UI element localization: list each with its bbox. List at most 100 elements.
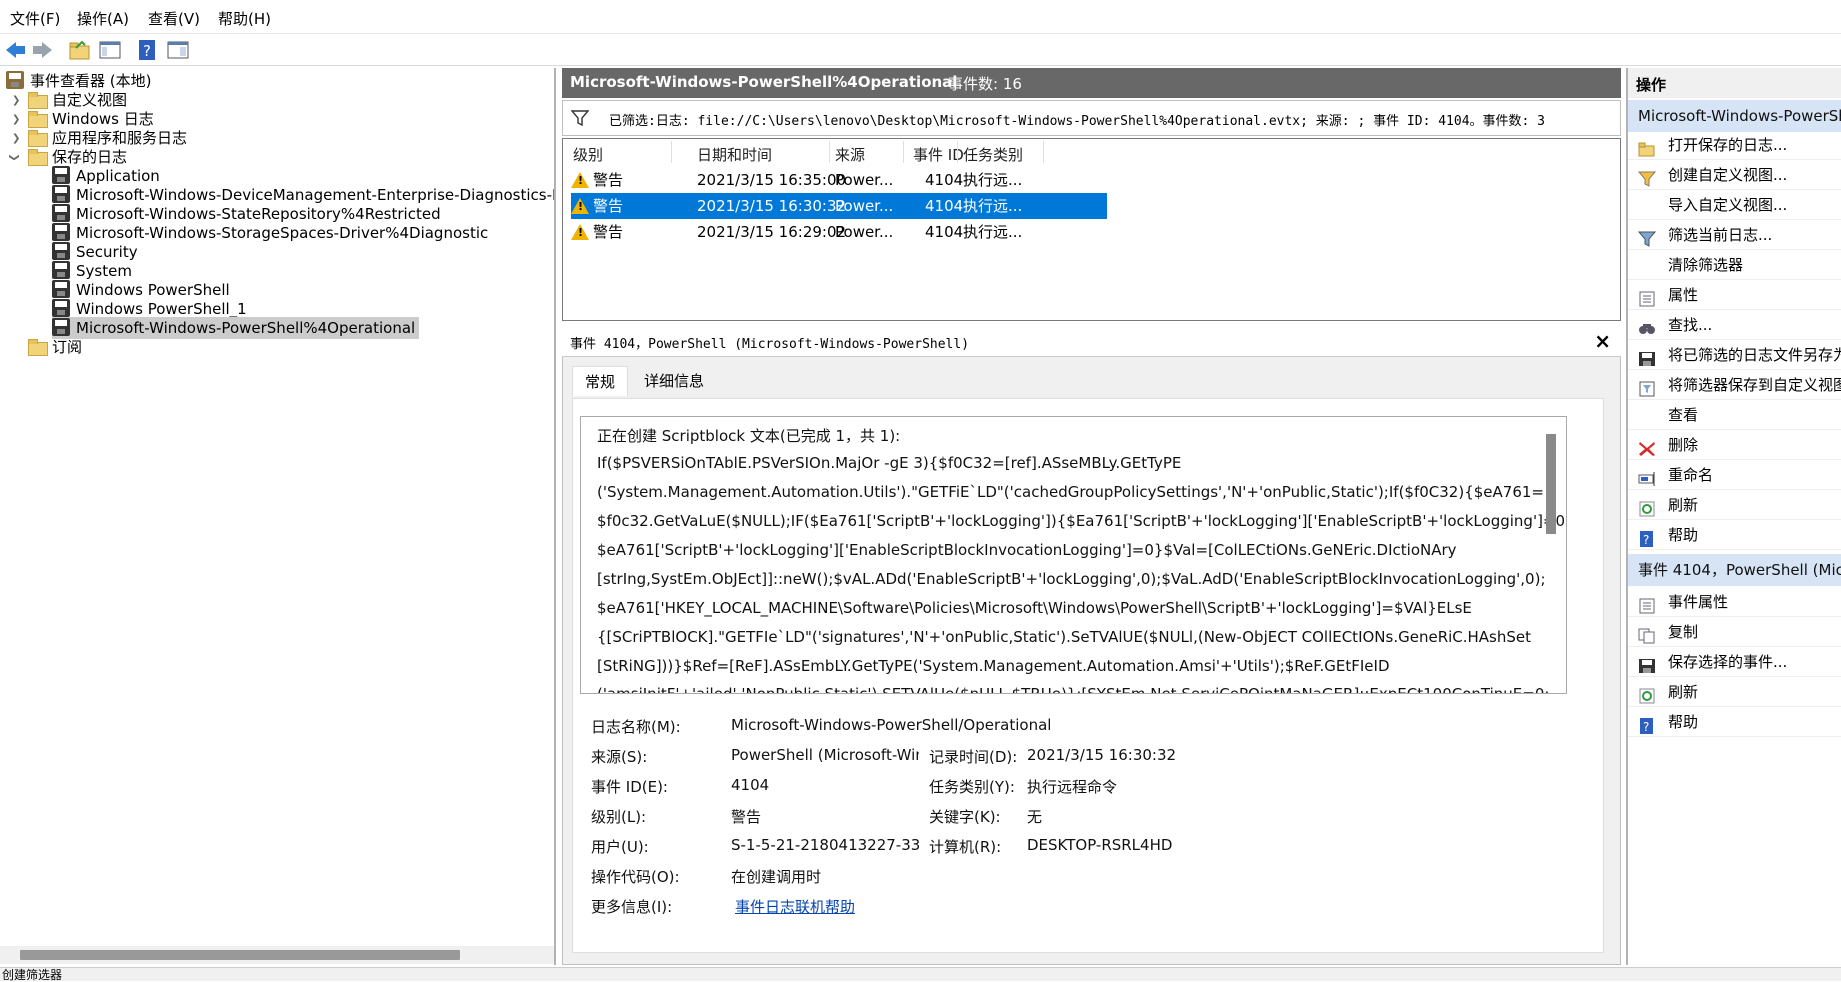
online-help-link[interactable]: 事件日志联机帮助 bbox=[735, 896, 855, 917]
help-icon[interactable]: ? bbox=[136, 38, 160, 62]
vertical-scrollbar-thumb[interactable] bbox=[1546, 434, 1556, 534]
column-divider[interactable] bbox=[957, 141, 958, 163]
chevron-down-icon[interactable]: ❯ bbox=[9, 153, 20, 161]
column-datetime[interactable]: 日期和时间 bbox=[697, 144, 772, 165]
row-source: Power... bbox=[835, 171, 894, 189]
chevron-right-icon[interactable]: ❯ bbox=[12, 114, 20, 125]
actions-section-log[interactable]: Microsoft-Windows-PowerShell%4Operationa… bbox=[1628, 100, 1841, 132]
level-value: 警告 bbox=[731, 808, 762, 826]
console-tree-icon[interactable] bbox=[98, 38, 122, 62]
event-id-label: 事件 ID(E): bbox=[591, 778, 668, 796]
action-save-selected-events[interactable]: 保存选择的事件... bbox=[1628, 647, 1841, 677]
column-divider[interactable] bbox=[671, 141, 672, 163]
folder-icon bbox=[28, 149, 48, 166]
menu-help[interactable]: 帮助(H) bbox=[218, 8, 271, 29]
table-row-selected[interactable]: ! 警告 2021/3/15 16:30:32 Power... 4104 执行… bbox=[571, 193, 1107, 219]
column-task[interactable]: 任务类别 bbox=[963, 144, 1023, 165]
table-row[interactable]: ! 警告 2021/3/15 16:29:02 Power... 4104 执行… bbox=[571, 219, 1107, 245]
source-value: PowerShell (Microsoft-Windows-PowerShell… bbox=[731, 746, 919, 764]
back-arrow-icon[interactable] bbox=[4, 38, 28, 62]
action-view[interactable]: 查看 bbox=[1628, 400, 1841, 430]
column-divider[interactable] bbox=[903, 141, 904, 163]
close-icon[interactable]: × bbox=[1594, 329, 1611, 353]
action-find[interactable]: 查找... bbox=[1628, 310, 1841, 340]
status-bar: 创建筛选器 bbox=[0, 967, 1841, 982]
action-import-custom-view[interactable]: 导入自定义视图... bbox=[1628, 190, 1841, 220]
actions-section-event[interactable]: 事件 4104，PowerShell (Microsoft-Windows-Po… bbox=[1628, 554, 1841, 586]
row-level: 警告 bbox=[593, 197, 624, 215]
computer-label: 计算机(R): bbox=[929, 838, 1002, 856]
opcode-value: 在创建调用时 bbox=[731, 868, 822, 886]
action-event-properties[interactable]: 事件属性 bbox=[1628, 587, 1841, 617]
action-filter-current-log[interactable]: 筛选当前日志... bbox=[1628, 220, 1841, 250]
action-label: 将已筛选的日志文件另存为... bbox=[1668, 346, 1841, 364]
row-datetime: 2021/3/15 16:30:32 bbox=[697, 197, 847, 215]
menu-action[interactable]: 操作(A) bbox=[77, 8, 129, 29]
action-rename[interactable]: 重命名 bbox=[1628, 460, 1841, 490]
forward-arrow-icon[interactable] bbox=[30, 38, 54, 62]
tree-subscriptions[interactable]: 订阅 bbox=[28, 336, 82, 358]
description-line: 正在创建 Scriptblock 文本(已完成 1，共 1): bbox=[597, 427, 901, 445]
svg-text:?: ? bbox=[143, 42, 151, 60]
action-label: 删除 bbox=[1668, 436, 1699, 454]
tree-saved-item-label: Security bbox=[76, 243, 138, 261]
user-value: S-1-5-21-2180413227-3381 bbox=[731, 836, 919, 854]
tree-saved-item-label: Windows PowerShell bbox=[76, 281, 230, 299]
row-source: Power... bbox=[835, 223, 894, 241]
action-save-filtered-log[interactable]: 将已筛选的日志文件另存为... bbox=[1628, 340, 1841, 370]
event-description-box[interactable]: 正在创建 Scriptblock 文本(已完成 1，共 1): If($PSVE… bbox=[580, 416, 1567, 694]
action-delete[interactable]: 删除 bbox=[1628, 430, 1841, 460]
action-help-event[interactable]: ? 帮助 bbox=[1628, 707, 1841, 737]
tree-saved-item-selected[interactable]: Microsoft-Windows-PowerShell%4Operationa… bbox=[52, 317, 420, 339]
event-detail-title: 事件 4104，PowerShell (Microsoft-Windows-Po… bbox=[570, 337, 970, 352]
keywords-label: 关键字(K): bbox=[929, 808, 1001, 826]
log-name-label: 日志名称(M): bbox=[591, 718, 681, 736]
properties-icon bbox=[1638, 287, 1656, 307]
keywords-value: 无 bbox=[1027, 808, 1043, 826]
properties-icon bbox=[1638, 594, 1656, 614]
table-row[interactable]: ! 警告 2021/3/15 16:35:00 Power... 4104 执行… bbox=[571, 167, 1107, 193]
action-properties[interactable]: 属性 bbox=[1628, 280, 1841, 310]
tab-general[interactable]: 常规 bbox=[572, 366, 629, 396]
action-clear-filter[interactable]: 清除筛选器 bbox=[1628, 250, 1841, 280]
log-header: Microsoft-Windows-PowerShell%4Operationa… bbox=[562, 68, 1621, 98]
source-label: 来源(S): bbox=[591, 748, 648, 766]
tree-saved-item-label: Microsoft-Windows-DeviceManagement-Enter… bbox=[76, 186, 556, 204]
column-source[interactable]: 来源 bbox=[835, 144, 865, 165]
action-pane-icon[interactable] bbox=[166, 38, 190, 62]
action-label: 筛选当前日志... bbox=[1668, 226, 1773, 244]
action-create-custom-view[interactable]: 创建自定义视图... bbox=[1628, 160, 1841, 190]
column-divider[interactable] bbox=[829, 141, 830, 163]
menu-view[interactable]: 查看(V) bbox=[148, 8, 200, 29]
tab-details[interactable]: 详细信息 bbox=[632, 366, 716, 396]
action-refresh-event[interactable]: 刷新 bbox=[1628, 677, 1841, 707]
action-label: 查找... bbox=[1668, 316, 1713, 334]
column-level[interactable]: 级别 bbox=[573, 144, 603, 165]
row-task: 执行远... bbox=[963, 223, 1023, 241]
subscription-icon bbox=[28, 339, 48, 356]
action-save-filter-to-view[interactable]: 将筛选器保存到自定义视图... bbox=[1628, 370, 1841, 400]
event-count: 事件数: 16 bbox=[948, 75, 1022, 93]
action-copy[interactable]: 复制 bbox=[1628, 617, 1841, 647]
row-event-id: 4104 bbox=[925, 223, 964, 241]
menu-file[interactable]: 文件(F) bbox=[10, 8, 60, 29]
tree-windows-logs-label: Windows 日志 bbox=[52, 110, 154, 128]
log-file-icon bbox=[52, 242, 70, 260]
row-event-id: 4104 bbox=[925, 171, 964, 189]
chevron-right-icon[interactable]: ❯ bbox=[12, 133, 20, 144]
column-divider[interactable] bbox=[1043, 141, 1044, 163]
description-line: [StRiNG]))}$Ref=[ReF].ASsEmbLY.GetTyPE('… bbox=[597, 657, 1390, 675]
folder-icon bbox=[28, 130, 48, 147]
scrollbar-thumb[interactable] bbox=[20, 950, 460, 960]
action-refresh[interactable]: 刷新 bbox=[1628, 490, 1841, 520]
log-file-icon bbox=[52, 280, 70, 298]
action-label: 事件属性 bbox=[1668, 593, 1729, 611]
row-datetime: 2021/3/15 16:35:00 bbox=[697, 171, 847, 189]
chevron-right-icon[interactable]: ❯ bbox=[12, 95, 20, 106]
log-file-icon bbox=[52, 299, 70, 317]
description-line: $eA761['HKEY_LOCAL_MACHINE\Software\Poli… bbox=[597, 599, 1472, 617]
opcode-label: 操作代码(O): bbox=[591, 868, 680, 886]
action-open-saved-log[interactable]: 打开保存的日志... bbox=[1628, 130, 1841, 160]
action-help[interactable]: ? 帮助 bbox=[1628, 520, 1841, 550]
open-folder-icon[interactable] bbox=[68, 38, 92, 62]
